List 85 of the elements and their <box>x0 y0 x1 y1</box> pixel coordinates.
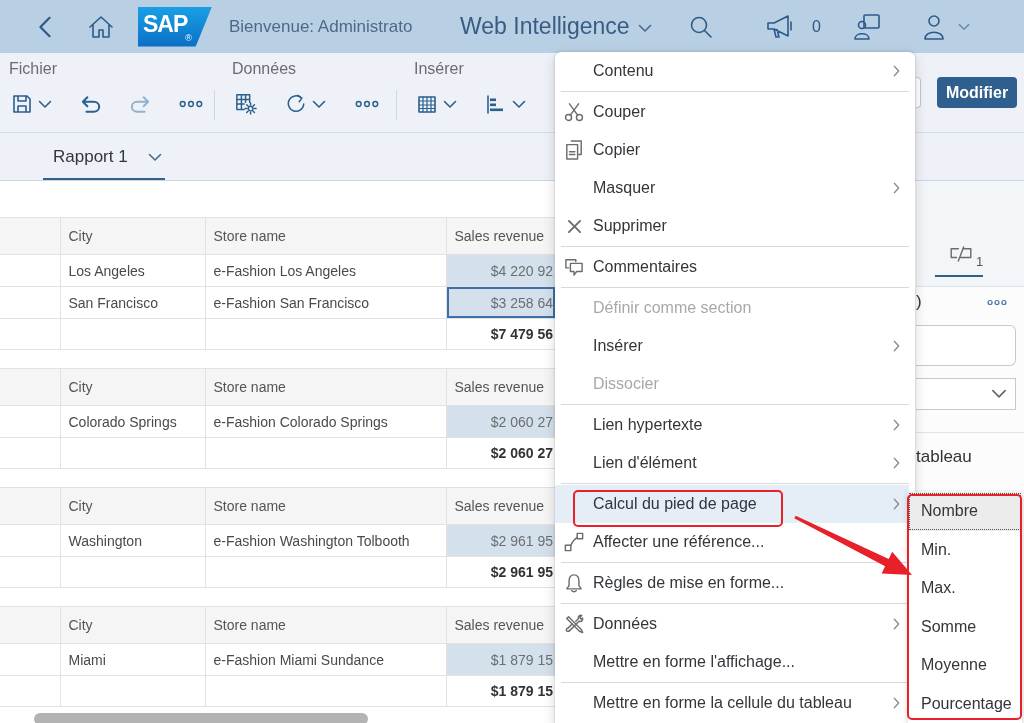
menu-item[interactable]: Données <box>555 605 909 643</box>
menu-item[interactable]: Lien d'élément <box>555 444 909 482</box>
registered-mark: ® <box>185 33 192 43</box>
table-cell: $2 060 27 <box>446 405 555 438</box>
menu-item[interactable]: Contenu <box>555 52 909 90</box>
app-title-button[interactable]: Web Intelligence <box>460 13 652 40</box>
column-header: City <box>60 487 205 525</box>
search-icon[interactable] <box>689 14 714 39</box>
group-label: Données <box>232 59 297 79</box>
table-cell: Colorado Springs <box>60 405 205 438</box>
back-icon[interactable] <box>38 15 52 38</box>
dropdown-field[interactable] <box>916 378 1016 410</box>
table-cell: e-Fashion San Francisco <box>205 286 446 319</box>
table-cell: $2 961 95 <box>446 524 555 557</box>
connected-squares-icon <box>564 532 584 552</box>
table-cell: $4 220 92 <box>446 254 555 287</box>
table-gear-icon[interactable] <box>235 93 257 115</box>
table-cell: Los Angeles <box>60 254 205 287</box>
menu-item[interactable]: Insérer <box>555 327 909 365</box>
menu-item[interactable]: Copier <box>555 131 909 169</box>
chevron-down-icon <box>991 389 1007 399</box>
menu-item[interactable]: Mettre en forme l'affichage... <box>555 643 909 681</box>
menu-item[interactable]: Lien hypertexte <box>555 406 909 444</box>
chevron-down-icon <box>148 152 162 162</box>
menu-item[interactable]: Règles de mise en forme... <box>555 564 909 602</box>
column-header: Store name <box>205 217 446 255</box>
chevron-down-icon[interactable] <box>958 22 970 31</box>
panel-tab[interactable]: 1 <box>935 237 984 277</box>
menu-item[interactable]: Commentaires <box>555 248 909 286</box>
copy-icon <box>565 140 583 160</box>
input-field[interactable] <box>916 77 921 108</box>
menu-item[interactable]: Calcul du pied de page <box>555 485 909 523</box>
menu-item[interactable]: Mettre en forme la cellule du tableau <box>555 684 909 722</box>
table-cell: e-Fashion Miami Sundance <box>205 643 446 676</box>
table-cell: $1 879 15 <box>446 643 555 676</box>
more-icon[interactable] <box>355 100 379 108</box>
table-cell: e-Fashion Los Angeles <box>205 254 446 287</box>
speech-bubbles-icon <box>564 258 584 276</box>
input-field[interactable] <box>916 325 1016 366</box>
chevron-down-icon <box>637 23 652 33</box>
table-cell: San Francisco <box>60 286 205 319</box>
bell-icon <box>565 573 583 593</box>
bar-chart-icon[interactable] <box>486 94 506 114</box>
user-icon[interactable] <box>922 13 946 40</box>
menu-item[interactable]: Supprimer <box>555 207 909 245</box>
caret-icon[interactable] <box>312 99 326 109</box>
column-header: Store name <box>205 487 446 525</box>
save-icon[interactable] <box>12 94 32 114</box>
table-cell: e-Fashion Washington Tolbooth <box>205 524 446 557</box>
group-label: Fichier <box>9 59 57 79</box>
group-label: Insérer <box>414 59 464 79</box>
welcome-text: Bienvenue: Administrato <box>229 16 414 37</box>
table-cell: Miami <box>60 643 205 676</box>
edit-button[interactable]: Modifier <box>937 77 1017 108</box>
table-cell: Washington <box>60 524 205 557</box>
more-icon[interactable] <box>987 298 1007 306</box>
report-tab[interactable]: Rapport 1 <box>43 136 165 180</box>
column-header: City <box>60 606 205 644</box>
menu-item[interactable]: Affecter une référence... <box>555 523 909 561</box>
caret-icon[interactable] <box>512 99 526 109</box>
close-icon <box>566 218 582 234</box>
tools-icon <box>564 614 584 634</box>
panel-heading: ) <box>916 292 922 312</box>
column-header: City <box>60 368 205 406</box>
menu-item[interactable]: Couper <box>555 93 909 131</box>
more-icon[interactable] <box>179 100 203 108</box>
horizontal-scrollbar[interactable] <box>34 713 368 723</box>
scissors-icon <box>564 102 584 122</box>
megaphone-icon[interactable] <box>766 13 795 40</box>
column-header: Store name <box>205 368 446 406</box>
table-icon[interactable] <box>417 94 437 114</box>
table-cell: e-Fashion Colorado Springs <box>205 405 446 438</box>
undo-icon[interactable] <box>81 94 101 114</box>
table-cell: $3 258 64 <box>446 286 555 319</box>
notification-count: 0 <box>812 17 821 36</box>
caret-icon[interactable] <box>443 99 457 109</box>
column-header: Store name <box>205 606 446 644</box>
caret-icon[interactable] <box>38 99 52 109</box>
menu-item[interactable]: Masquer <box>555 169 909 207</box>
column-header: City <box>60 217 205 255</box>
submenu-item[interactable]: Nombre <box>908 492 1022 531</box>
refresh-icon[interactable] <box>286 94 306 114</box>
home-icon[interactable] <box>88 14 114 39</box>
panel-label: tableau <box>916 447 972 467</box>
person-board-icon[interactable] <box>853 12 881 41</box>
